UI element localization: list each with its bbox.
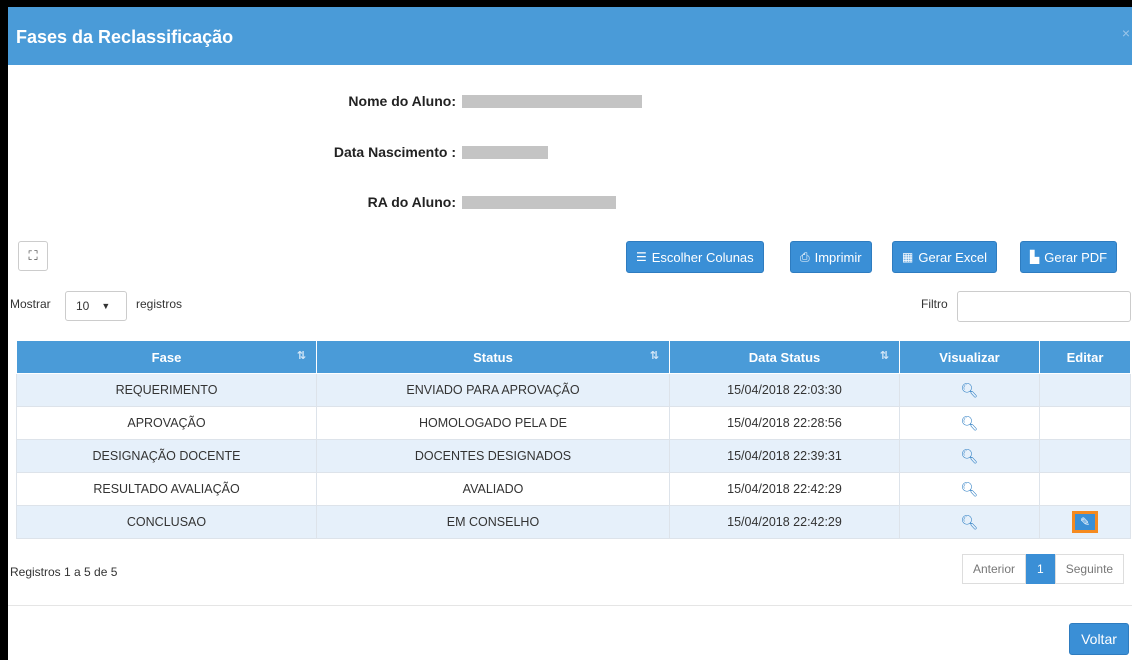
cell-data-status: 15/04/2018 22:42:29	[669, 472, 900, 506]
cell-editar: ✎	[1039, 505, 1131, 539]
frame-left	[0, 0, 8, 660]
search-icon[interactable]: 🔍︎	[961, 514, 979, 531]
cell-status: AVALIADO	[316, 472, 670, 506]
list-icon: ☰	[636, 250, 647, 264]
grid-icon: ▦	[902, 250, 914, 264]
print-button[interactable]: ⎙ Imprimir	[790, 241, 872, 273]
close-icon[interactable]: ×	[1122, 25, 1130, 41]
cell-fase: REQUERIMENTO	[16, 373, 317, 407]
prev-page-button[interactable]: Anterior	[962, 554, 1027, 584]
cell-visualizar: 🔍︎	[899, 472, 1040, 506]
frame-top	[0, 0, 1132, 7]
table-row: RESULTADO AVALIAÇÃO AVALIADO 15/04/2018 …	[16, 472, 1131, 506]
ra-label: RA do Aluno:	[367, 194, 456, 210]
ra-redacted	[462, 196, 616, 209]
length-suffix: registros	[136, 297, 183, 311]
sort-icon: ⇅	[649, 350, 659, 362]
phases-table: Fase ⇅ Status ⇅ Data Status ⇅ Visualizar Ed…	[16, 340, 1131, 539]
file-icon: ▙	[1030, 250, 1040, 264]
pdf-label: Gerar PDF	[1044, 249, 1108, 265]
sort-icon: ⇅	[296, 350, 306, 362]
search-icon[interactable]: 🔍︎	[961, 448, 979, 465]
print-icon: ⎙	[800, 249, 810, 264]
col-data-status[interactable]: Data Status ⇅	[669, 340, 900, 374]
cell-fase: APROVAÇÃO	[16, 406, 317, 440]
print-label: Imprimir	[814, 249, 862, 265]
filter-input[interactable]	[957, 291, 1131, 322]
col-editar: Editar	[1039, 340, 1131, 374]
col-fase[interactable]: Fase ⇅	[16, 340, 317, 374]
cell-fase: RESULTADO AVALIAÇÃO	[16, 472, 317, 506]
cell-status: EM CONSELHO	[316, 505, 670, 539]
modal-header: Fases da Reclassificação ×	[8, 7, 1132, 65]
search-icon[interactable]: 🔍︎	[961, 481, 979, 498]
sort-icon: ⇅	[879, 350, 889, 362]
table-row: REQUERIMENTO ENVIADO PARA APROVAÇÃO 15/0…	[16, 373, 1131, 407]
search-icon[interactable]: 🔍︎	[961, 415, 979, 432]
student-name-label: Nome do Aluno:	[348, 93, 456, 109]
table-row: DESIGNAÇÃO DOCENTE DOCENTES DESIGNADOS 1…	[16, 439, 1131, 473]
birth-date-redacted	[462, 146, 548, 159]
back-button[interactable]: Voltar	[1069, 623, 1129, 655]
birth-date-label: Data Nascimento :	[333, 144, 456, 160]
excel-button[interactable]: ▦ Gerar Excel	[892, 241, 997, 273]
pagination: Anterior 1 Seguinte	[962, 554, 1125, 584]
cell-data-status: 15/04/2018 22:03:30	[669, 373, 900, 407]
modal-dialog: Fases da Reclassificação × Nome do Aluno…	[8, 7, 1132, 660]
col-visualizar: Visualizar	[899, 340, 1040, 374]
cell-editar	[1039, 472, 1131, 506]
cell-status: ENVIADO PARA APROVAÇÃO	[316, 373, 670, 407]
page-length-select[interactable]: 10 ▼	[65, 291, 127, 321]
student-name-row: Nome do Aluno:	[8, 91, 1132, 111]
next-page-button[interactable]: Seguinte	[1054, 554, 1125, 584]
pencil-icon: ✎	[1079, 515, 1091, 529]
footer-divider	[8, 605, 1132, 606]
cell-visualizar: 🔍︎	[899, 505, 1040, 539]
cell-visualizar: 🔍︎	[899, 373, 1040, 407]
cell-data-status: 15/04/2018 22:28:56	[669, 406, 900, 440]
page-1-button[interactable]: 1	[1026, 554, 1055, 584]
cell-visualizar: 🔍︎	[899, 439, 1040, 473]
cell-data-status: 15/04/2018 22:42:29	[669, 505, 900, 539]
records-info: Registros 1 a 5 de 5	[10, 565, 118, 579]
cell-fase: CONCLUSAO	[16, 505, 317, 539]
table-header-row: Fase ⇅ Status ⇅ Data Status ⇅ Visualizar Ed…	[16, 340, 1131, 374]
pdf-button[interactable]: ▙ Gerar PDF	[1020, 241, 1118, 273]
cell-editar	[1039, 406, 1131, 440]
length-prefix: Mostrar	[10, 297, 51, 311]
ra-row: RA do Aluno:	[8, 192, 1132, 212]
filter-label: Filtro	[921, 297, 948, 311]
expand-icon: ⛶	[28, 248, 38, 263]
table-row: CONCLUSAO EM CONSELHO 15/04/2018 22:42:2…	[16, 505, 1131, 539]
choose-columns-label: Escolher Colunas	[651, 249, 754, 265]
col-status[interactable]: Status ⇅	[316, 340, 670, 374]
excel-label: Gerar Excel	[918, 249, 987, 265]
student-name-redacted	[462, 95, 642, 108]
fullscreen-button[interactable]: ⛶	[18, 241, 48, 271]
cell-editar	[1039, 439, 1131, 473]
page-length-value: 10	[76, 299, 90, 313]
birth-date-row: Data Nascimento :	[8, 142, 1132, 162]
choose-columns-button[interactable]: ☰ Escolher Colunas	[626, 241, 764, 273]
edit-button[interactable]: ✎	[1072, 511, 1098, 533]
cell-visualizar: 🔍︎	[899, 406, 1040, 440]
search-icon[interactable]: 🔍︎	[961, 382, 979, 399]
table-row: APROVAÇÃO HOMOLOGADO PELA DE 15/04/2018 …	[16, 406, 1131, 440]
cell-data-status: 15/04/2018 22:39:31	[669, 439, 900, 473]
cell-fase: DESIGNAÇÃO DOCENTE	[16, 439, 317, 473]
cell-status: DOCENTES DESIGNADOS	[316, 439, 670, 473]
caret-down-icon: ▼	[101, 301, 111, 311]
cell-editar	[1039, 373, 1131, 407]
cell-status: HOMOLOGADO PELA DE	[316, 406, 670, 440]
modal-title: Fases da Reclassificação	[16, 27, 234, 47]
